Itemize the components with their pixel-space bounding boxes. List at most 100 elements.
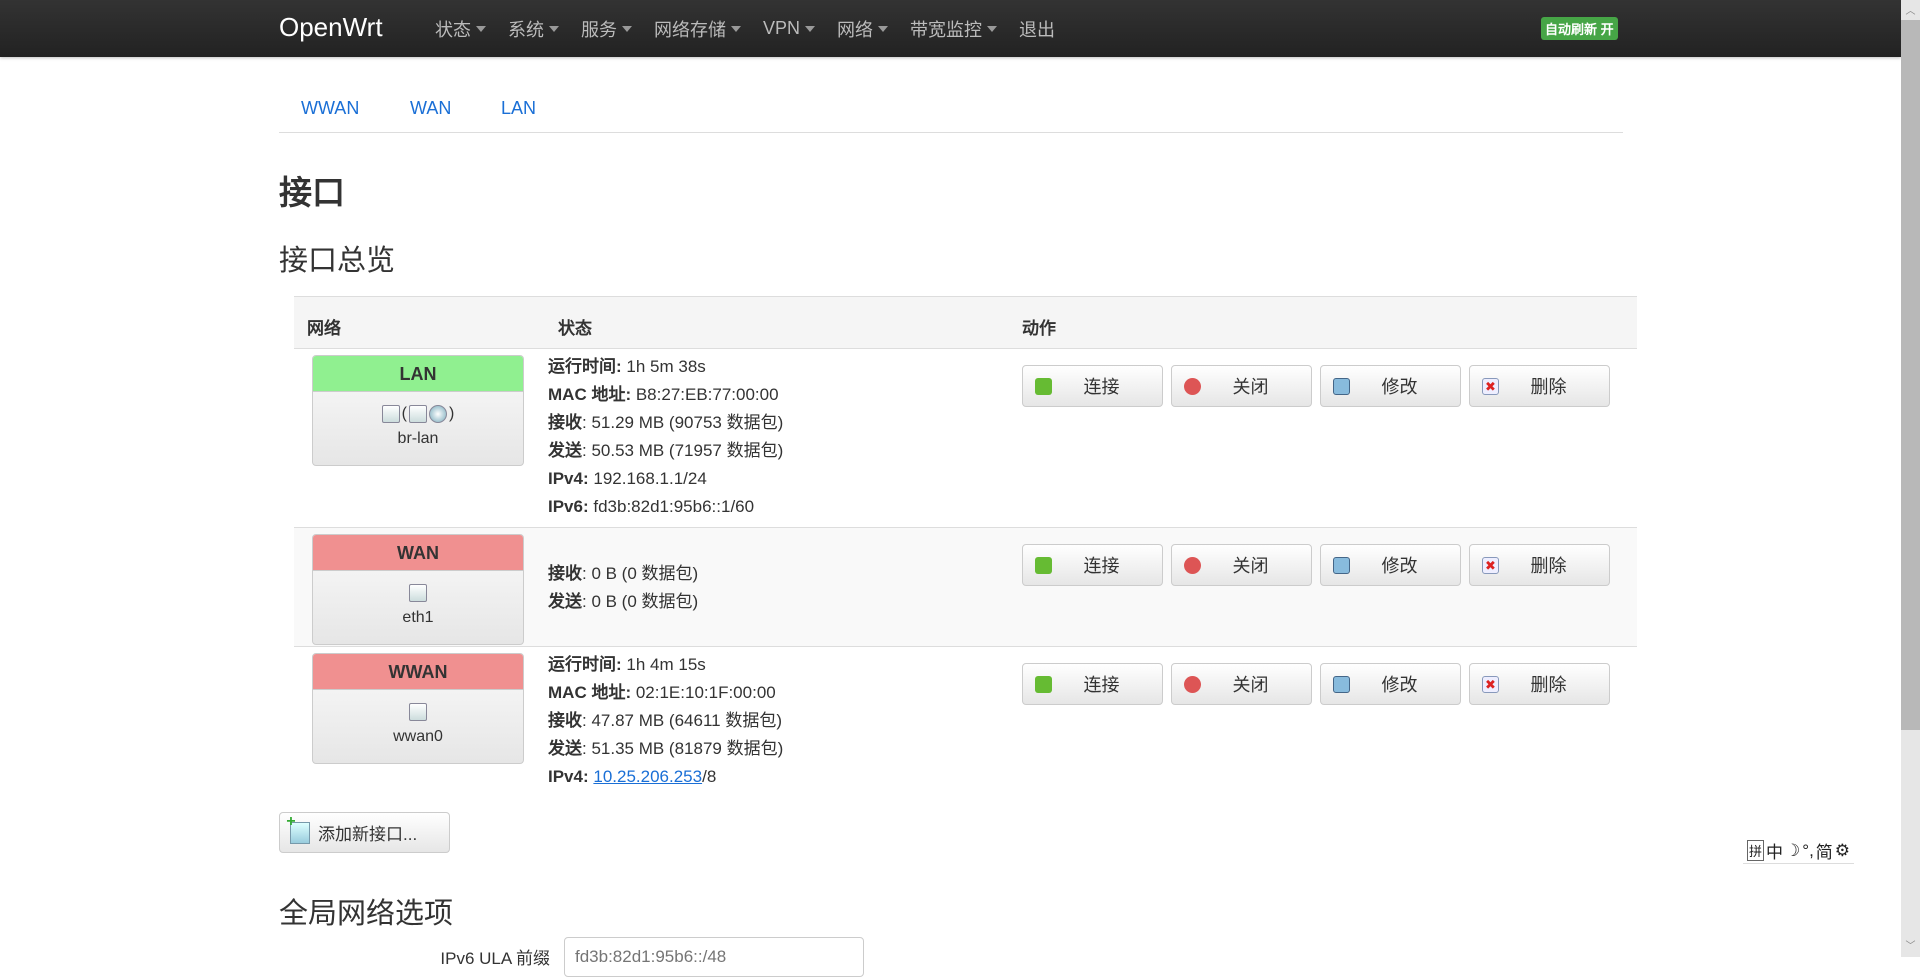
status-label: MAC 地址: — [548, 385, 632, 404]
device-icons — [313, 581, 523, 605]
edit-button[interactable]: 修改 — [1320, 544, 1461, 586]
delete-icon: ✖ — [1482, 557, 1499, 574]
stop-icon — [1184, 557, 1201, 574]
scroll-down-icon[interactable]: ﹀ — [1901, 937, 1920, 955]
section-title: 接口总览 — [279, 245, 396, 277]
stop-button[interactable]: 关闭 — [1171, 663, 1312, 705]
reload-icon — [1035, 378, 1052, 395]
device-icons — [313, 700, 523, 724]
status-value: 1h 5m 38s — [626, 357, 706, 376]
caret-down-icon — [987, 25, 998, 32]
delete-button[interactable]: ✖ 删除 — [1469, 544, 1610, 586]
status-label: 运行时间: — [548, 357, 622, 376]
menu-status[interactable]: 状态 — [435, 16, 486, 42]
edit-button[interactable]: 修改 — [1320, 663, 1461, 705]
status-label: IPv4: — [548, 767, 589, 786]
scroll-up-icon[interactable]: ︿ — [1901, 2, 1920, 20]
wifi-icon — [429, 405, 447, 423]
bridge-icon — [381, 405, 400, 423]
menu-label: 系统 — [508, 19, 544, 40]
menu-nas[interactable]: 网络存储 — [654, 16, 741, 42]
interface-name: LAN — [313, 356, 523, 392]
ethernet-icon — [409, 584, 427, 602]
interface-badge[interactable]: WWAN wwan0 — [312, 653, 524, 764]
scrollbar-thumb[interactable] — [1901, 20, 1920, 730]
status-value: 02:1E:10:1F:00:00 — [635, 683, 776, 702]
interface-status: 运行时间: 1h 5m 38s MAC 地址: B8:27:EB:77:00:0… — [548, 353, 783, 521]
status-value: : 51.29 MB (90753 数据包) — [582, 413, 784, 432]
caret-down-icon — [476, 25, 486, 32]
delete-icon: ✖ — [1482, 378, 1499, 395]
caret-down-icon — [731, 25, 741, 32]
menu-label: 网络存储 — [654, 19, 726, 40]
main-menu: 状态 系统 服务 网络存储 VPN 网络 带宽监控 退出 — [435, 0, 1077, 57]
status-value: : 0 B (0 数据包) — [582, 564, 699, 583]
delete-button[interactable]: ✖ 删除 — [1469, 663, 1610, 705]
global-options-title: 全局网络选项 — [279, 898, 454, 930]
menu-label: 状态 — [435, 19, 471, 40]
ime-punctuation-icon[interactable]: °, — [1802, 841, 1814, 861]
brand-logo[interactable]: OpenWrt — [279, 12, 383, 43]
interface-name: WAN — [313, 535, 523, 571]
top-navbar: OpenWrt 状态 系统 服务 网络存储 VPN 网络 带宽监控 退出 自动刷… — [0, 0, 1901, 57]
menu-label: 网络 — [837, 19, 874, 40]
status-label: 发送 — [548, 592, 582, 611]
ime-chinese-mode[interactable]: 中 — [1766, 838, 1783, 863]
menu-services[interactable]: 服务 — [581, 16, 632, 42]
ipv4-link[interactable]: 10.25.206.253 — [593, 767, 702, 786]
tab-wan[interactable]: WAN — [410, 98, 451, 119]
ethernet-icon — [409, 703, 427, 721]
menu-label: 服务 — [581, 19, 617, 40]
interface-badge[interactable]: WAN eth1 — [312, 534, 524, 645]
status-label: 发送 — [548, 739, 582, 758]
edit-button[interactable]: 修改 — [1320, 365, 1461, 407]
caret-down-icon — [805, 25, 816, 32]
ime-simplified[interactable]: 简 — [1816, 838, 1833, 863]
row-actions: 连接 关闭 修改 ✖ 删除 — [1022, 544, 1610, 586]
status-value: 1h 4m 15s — [626, 655, 706, 674]
reload-icon — [1035, 557, 1052, 574]
stop-button[interactable]: 关闭 — [1171, 365, 1312, 407]
status-value: : 0 B (0 数据包) — [582, 592, 699, 611]
stop-icon — [1184, 676, 1201, 693]
table-row: LAN () br-lan 运行时间: 1h 5m 38s MAC 地址: B8… — [294, 348, 1637, 527]
add-interface-button[interactable]: 添加新接口... — [279, 812, 450, 853]
tab-lan[interactable]: LAN — [501, 98, 536, 119]
connect-button[interactable]: 连接 — [1022, 663, 1163, 705]
table-row: WWAN wwan0 运行时间: 1h 4m 15s MAC 地址: 02:1E… — [294, 646, 1637, 796]
ime-settings-icon[interactable]: ⚙ — [1835, 841, 1850, 861]
menu-network[interactable]: 网络 — [837, 16, 889, 42]
menu-bandwidth[interactable]: 带宽监控 — [910, 16, 998, 42]
connect-button[interactable]: 连接 — [1022, 365, 1163, 407]
ime-halfwidth-icon[interactable]: ☽ — [1785, 841, 1800, 861]
reload-icon — [1035, 676, 1052, 693]
menu-vpn[interactable]: VPN — [763, 18, 816, 39]
vertical-scrollbar[interactable]: ︿ ﹀ — [1901, 0, 1920, 957]
device-icons: () — [313, 402, 523, 426]
row-actions: 连接 关闭 修改 ✖ 删除 — [1022, 663, 1610, 705]
device-name: eth1 — [402, 609, 434, 626]
interface-tabs: WWAN WAN LAN — [279, 92, 1623, 133]
interface-badge[interactable]: LAN () br-lan — [312, 355, 524, 466]
ula-prefix-input[interactable] — [564, 937, 864, 977]
menu-label: VPN — [763, 18, 801, 38]
device-name: br-lan — [397, 430, 439, 447]
connect-button[interactable]: 连接 — [1022, 544, 1163, 586]
menu-logout[interactable]: 退出 — [1019, 16, 1055, 42]
menu-system[interactable]: 系统 — [508, 16, 559, 42]
row-actions: 连接 关闭 修改 ✖ 删除 — [1022, 365, 1610, 407]
stop-button[interactable]: 关闭 — [1171, 544, 1312, 586]
delete-button[interactable]: ✖ 删除 — [1469, 365, 1610, 407]
page-title: 接口 — [279, 174, 345, 211]
ime-toolbar: 拼 中 ☽ °, 简 ⚙ — [1743, 838, 1855, 864]
status-label: 接收 — [548, 564, 582, 583]
ime-pinyin-icon[interactable]: 拼 — [1747, 840, 1765, 861]
status-label: MAC 地址: — [548, 683, 632, 702]
tab-wwan[interactable]: WWAN — [301, 98, 359, 119]
device-name: wwan0 — [393, 728, 443, 745]
caret-down-icon — [622, 25, 632, 32]
add-file-icon — [286, 813, 310, 844]
autorefresh-badge[interactable]: 自动刷新 开 — [1541, 17, 1618, 40]
status-value: : 47.87 MB (64611 数据包) — [582, 711, 782, 730]
status-label: 接收 — [548, 711, 582, 730]
